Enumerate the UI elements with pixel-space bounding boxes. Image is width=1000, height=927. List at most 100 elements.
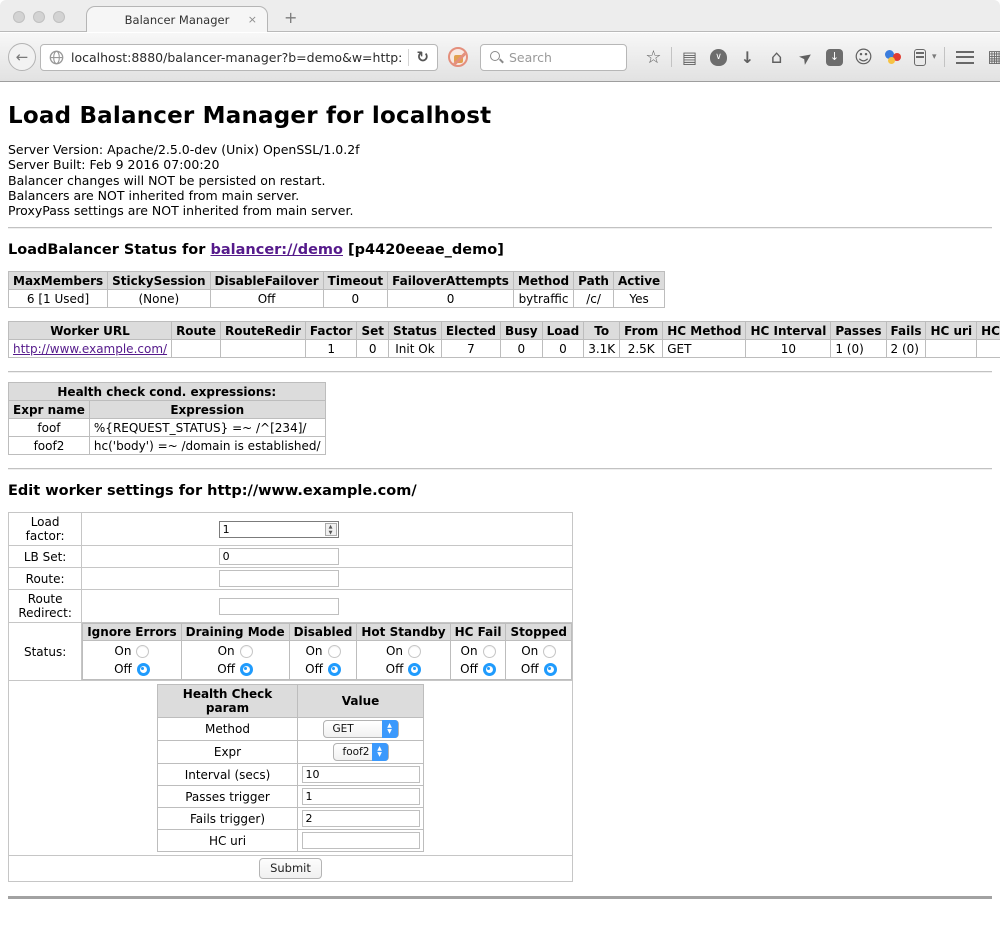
passes-input[interactable] (302, 788, 420, 805)
window-controls[interactable] (13, 11, 65, 23)
table-row: 6 [1 Used] (None) Off 0 0 bytraffic /c/ … (9, 290, 665, 308)
lb-set-input[interactable] (219, 548, 339, 565)
interval-input[interactable] (302, 766, 420, 783)
chevron-down-icon[interactable]: ▾ (932, 52, 937, 62)
column-header: MaxMembers (9, 272, 108, 290)
extension-dots-icon[interactable] (883, 48, 903, 66)
cell-set: 0 (357, 340, 389, 358)
status-cell-ignore-errors: On Off (83, 641, 181, 680)
menu-hamburger-icon[interactable] (956, 51, 974, 64)
select-stepper-icon: ▲▼ (372, 743, 388, 761)
status-on-radio[interactable] (543, 645, 556, 658)
cell-hc-expr: foof2 (977, 340, 1000, 358)
status-off-radio[interactable] (544, 663, 557, 676)
column-header: From (620, 322, 663, 340)
bookmark-star-icon[interactable]: ☆ (639, 47, 668, 68)
column-header: Busy (500, 322, 542, 340)
send-glyph: ➤ (795, 45, 817, 68)
table-row: foof %{REQUEST_STATUS} =~ /^[234]/ (9, 419, 326, 437)
column-header: Factor (305, 322, 357, 340)
column-header: Status (389, 322, 442, 340)
cell-hc-uri (926, 340, 977, 358)
method-select-value: GET (333, 723, 373, 735)
route-redirect-input[interactable] (219, 598, 339, 615)
cell-load: 0 (542, 340, 584, 358)
column-header: Method (513, 272, 573, 290)
reload-icon[interactable]: ↻ (416, 48, 429, 66)
minimize-window-button[interactable] (33, 11, 45, 23)
search-bar[interactable] (480, 44, 627, 71)
column-header: Route (172, 322, 221, 340)
chat-smiley-icon[interactable]: ☺ (849, 47, 878, 68)
tiles-grid-icon[interactable]: ▦ (988, 47, 1000, 67)
close-window-button[interactable] (13, 11, 25, 23)
tab-close-icon[interactable]: × (248, 13, 257, 26)
submit-button[interactable]: Submit (259, 858, 322, 879)
route-input[interactable] (219, 570, 339, 587)
downloads-icon[interactable]: ↓ (733, 48, 762, 67)
status-table: Ignore Errors Draining Mode Disabled Hot… (82, 623, 572, 680)
column-header: DisableFailover (210, 272, 323, 290)
zoom-window-button[interactable] (53, 11, 65, 23)
balancer-status-table: MaxMembers StickySession DisableFailover… (8, 271, 665, 308)
status-on-radio[interactable] (136, 645, 149, 658)
proxypass-note-line: ProxyPass settings are NOT inherited fro… (8, 203, 992, 218)
send-tab-icon[interactable]: ➤ (791, 48, 820, 67)
pocket-icon[interactable]: ∨ (710, 49, 727, 66)
select-stepper-icon: ▲▼ (382, 720, 398, 738)
method-select[interactable]: GET ▲▼ (323, 720, 399, 738)
cell-failoverattempts: 0 (388, 290, 514, 308)
status-on-radio[interactable] (408, 645, 421, 658)
new-tab-button[interactable]: + (284, 8, 297, 27)
column-header: Worker URL (9, 322, 172, 340)
status-off-radio[interactable] (483, 663, 496, 676)
back-button[interactable]: ← (8, 43, 36, 71)
expressions-table-title: Health check cond. expressions: (9, 383, 326, 401)
expr-select[interactable]: foof2▲▼ (333, 743, 389, 761)
status-cell-draining-mode: On Off (181, 641, 289, 680)
column-header: HC uri (926, 322, 977, 340)
status-off-radio[interactable] (408, 663, 421, 676)
reading-list-icon[interactable]: ▤ (675, 48, 704, 67)
cell-expr-name: foof (9, 419, 90, 437)
url-text[interactable]: localhost:8880/balancer-manager?b=demo&w… (71, 50, 401, 65)
status-on-radio[interactable] (328, 645, 341, 658)
home-icon[interactable]: ⌂ (762, 47, 791, 68)
status-off-radio[interactable] (137, 663, 150, 676)
cell-disablefailover: Off (210, 290, 323, 308)
panel-download-icon[interactable]: ↓ (826, 49, 843, 66)
status-on-radio[interactable] (240, 645, 253, 658)
column-header: HC Fail (450, 624, 506, 641)
hc-uri-input[interactable] (302, 832, 420, 849)
cell-route (172, 340, 221, 358)
off-label: Off (521, 662, 539, 676)
cell-hc-interval: 10 (746, 340, 831, 358)
heading-prefix: LoadBalancer Status for (8, 242, 210, 258)
number-spinner-icon[interactable]: ▲▼ (325, 523, 337, 536)
fails-input[interactable] (302, 810, 420, 827)
load-factor-input[interactable] (219, 521, 339, 538)
off-label: Off (460, 662, 478, 676)
cell-elected: 7 (441, 340, 500, 358)
worker-url-link[interactable]: http://www.example.com/ (13, 342, 167, 356)
content-blocker-icon[interactable] (448, 47, 468, 67)
column-header: RouteRedir (220, 322, 305, 340)
globe-icon (49, 50, 64, 65)
column-header: Hot Standby (357, 624, 450, 641)
table-row: foof2 hc('body') =~ /domain is establish… (9, 437, 326, 455)
status-off-radio[interactable] (240, 663, 253, 676)
status-off-radio[interactable] (328, 663, 341, 676)
route-redirect-label: Route Redirect: (9, 590, 82, 623)
balancer-demo-link[interactable]: balancer://demo (210, 242, 343, 258)
column-header: Path (574, 272, 614, 290)
tab-balancer-manager[interactable]: Balancer Manager × (86, 6, 268, 32)
url-bar[interactable]: localhost:8880/balancer-manager?b=demo&w… (40, 44, 438, 71)
search-input[interactable] (509, 50, 609, 65)
cell-expression: hc('body') =~ /domain is established/ (89, 437, 325, 455)
off-label: Off (114, 662, 132, 676)
container-battery-icon[interactable] (914, 49, 926, 66)
status-on-radio[interactable] (483, 645, 496, 658)
cell-fails: 2 (0) (886, 340, 926, 358)
health-check-param-table: Health Check param Value Method GET▲▼ Ex… (157, 684, 424, 852)
column-header: Passes (831, 322, 886, 340)
